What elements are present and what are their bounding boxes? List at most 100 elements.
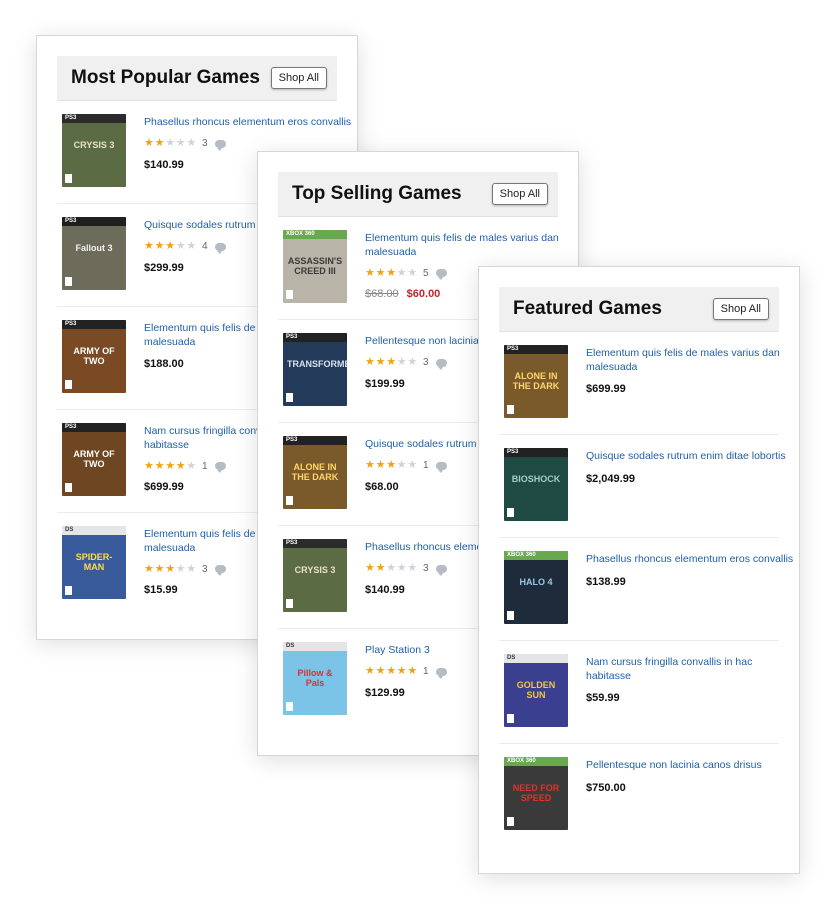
comment-bubble-icon[interactable] <box>214 565 226 576</box>
game-cover-image[interactable]: PS3 ALONE IN THE DARK <box>283 436 347 509</box>
price-row: $59.99 <box>586 692 779 704</box>
product-title-line: Pellentesque non lacinia canos drisus <box>586 759 762 771</box>
cover-logo: ALONE IN THE DARK <box>512 371 560 391</box>
platform-band: PS3 <box>62 320 126 329</box>
price: $138.99 <box>586 575 626 588</box>
game-cover-image[interactable]: PS3 Fallout 3 <box>62 217 126 290</box>
star-icon: ★ <box>165 240 176 252</box>
product-title-link[interactable]: Nam cursus fringilla convallis in hac hab… <box>586 656 779 683</box>
game-cover-image[interactable]: XBOX 360 NEED FOR SPEED <box>504 757 568 830</box>
star-icon: ★ <box>386 665 397 677</box>
star-icon: ★ <box>144 137 154 149</box>
comment-bubble-icon[interactable] <box>214 242 226 254</box>
review-count: 3 <box>201 138 208 149</box>
product-title-link[interactable]: Quisque sodales rutrum enim ditae lobort… <box>586 450 786 464</box>
comment-bubble-icon[interactable] <box>214 139 226 151</box>
panel-header: Featured Games Shop All <box>499 287 779 332</box>
product-title-line: Elementum quis felis de males varius dan <box>586 347 780 359</box>
star-rating: ★ ★ ★ ★ ★ <box>144 460 197 472</box>
product-title-link[interactable]: Elementum quis felis de males varius dan… <box>586 347 780 374</box>
comment-bubble-icon[interactable] <box>435 461 447 473</box>
platform-band: PS3 <box>62 114 126 123</box>
product-title-link[interactable]: Pellentesque non lacinia canos drisus <box>586 759 779 773</box>
product-title-link[interactable]: Elementum quis felis de males varius dan… <box>365 232 559 259</box>
esrb-rating-icon <box>507 714 514 723</box>
cover-logo: ARMY OF TWO <box>73 346 115 366</box>
game-cover-image[interactable]: PS3 BIOSHOCK <box>504 448 568 521</box>
game-cover-image[interactable]: PS3 TRANSFORMERS <box>283 333 347 406</box>
comment-bubble-icon[interactable] <box>435 564 447 576</box>
game-cover-image[interactable]: XBOX 360 HALO 4 <box>504 551 568 624</box>
product-title-link[interactable]: Phasellus rhoncus elementum eros convall… <box>144 116 351 130</box>
game-cover-image[interactable]: PS3 CRYSIS 3 <box>62 114 126 187</box>
product-title-line: Nam cursus fringilla convallis in hac <box>586 656 753 668</box>
star-icon: ★ <box>365 356 375 368</box>
game-cover-image[interactable]: XBOX 360 ASSASSIN'S CREED III <box>283 230 347 303</box>
star-icon: ★ <box>396 459 407 471</box>
price: $60.00 <box>406 288 441 300</box>
game-cover-image[interactable]: DS SPIDER-MAN <box>62 526 126 599</box>
product-info: Nam cursus fringilla convallis in hac hab… <box>586 654 779 743</box>
product-title-line: Phasellus rhoncus elementum eros convall… <box>586 553 794 565</box>
star-icon: ★ <box>154 562 165 575</box>
price: $299.99 <box>144 261 184 274</box>
game-cover-image[interactable]: PS3 CRYSIS 3 <box>283 539 347 612</box>
platform-band: XBOX 360 <box>283 230 347 239</box>
esrb-rating-icon <box>65 174 72 183</box>
product-item: DS GOLDEN SUN Nam cursus fringilla convall… <box>499 641 779 744</box>
platform-band: XBOX 360 <box>504 551 568 560</box>
review-count: 3 <box>201 563 208 575</box>
panel-title: Most Popular Games <box>71 67 260 88</box>
featured-games-panel: Featured Games Shop All PS3 ALONE IN THE DA… <box>478 266 800 874</box>
panel-header: Top Selling Games Shop All <box>278 172 558 217</box>
price: $68.00 <box>365 480 399 493</box>
game-cover-image[interactable]: PS3 ARMY OF TWO <box>62 423 126 496</box>
platform-band: PS3 <box>504 345 568 354</box>
shop-all-button[interactable]: Shop All <box>712 298 769 320</box>
price: $140.99 <box>365 583 405 596</box>
panel-title: Top Selling Games <box>292 183 462 204</box>
platform-band: PS3 <box>62 217 126 226</box>
star-icon: ★ <box>386 562 397 574</box>
cover-logo: CRYSIS 3 <box>294 565 336 575</box>
price-row: $138.99 <box>586 576 779 588</box>
game-cover-image[interactable]: PS3 ALONE IN THE DARK <box>504 345 568 418</box>
esrb-rating-icon <box>65 483 72 492</box>
comment-bubble-icon[interactable] <box>214 462 226 473</box>
product-info: Phasellus rhoncus elementum eros convall… <box>586 551 794 640</box>
platform-band: XBOX 360 <box>504 757 568 766</box>
esrb-rating-icon <box>65 586 72 595</box>
product-title-link[interactable]: Phasellus rhoncus elementum eros convall… <box>586 553 794 567</box>
star-icon: ★ <box>175 562 186 575</box>
platform-band: PS3 <box>283 333 347 342</box>
comment-bubble-icon[interactable] <box>435 358 447 370</box>
price: $15.99 <box>144 584 178 596</box>
cover-logo: GOLDEN SUN <box>516 680 556 700</box>
panel-title: Featured Games <box>513 298 662 319</box>
cover-logo: ASSASSIN'S CREED III <box>287 256 343 276</box>
star-icon: ★ <box>407 459 418 471</box>
cover-logo: ARMY OF TWO <box>73 449 115 469</box>
game-cover-image[interactable]: DS Pillow & Pals <box>283 642 347 715</box>
price: $2,049.99 <box>586 472 635 485</box>
product-title-line: Elementum quis felis de males varius dan <box>365 232 559 244</box>
shop-all-button[interactable]: Shop All <box>270 67 327 89</box>
platform-band: PS3 <box>62 423 126 432</box>
star-icon: ★ <box>375 266 386 279</box>
cover-logo: ALONE IN THE DARK <box>291 462 339 482</box>
game-cover-image[interactable]: PS3 ARMY OF TWO <box>62 320 126 393</box>
game-cover-image[interactable]: DS GOLDEN SUN <box>504 654 568 727</box>
star-icon: ★ <box>396 665 407 677</box>
cover-logo: SPIDER-MAN <box>75 552 113 572</box>
price: $750.00 <box>586 781 626 794</box>
star-rating: ★ ★ ★ ★ ★ <box>144 562 197 575</box>
star-icon: ★ <box>365 459 375 471</box>
comment-bubble-icon[interactable] <box>435 269 447 280</box>
product-title-line: Quisque sodales rutrum enim ditae lobort… <box>586 450 786 462</box>
esrb-rating-icon <box>286 599 293 608</box>
esrb-rating-icon <box>286 393 293 402</box>
price-row: $699.99 <box>586 383 779 395</box>
shop-all-button[interactable]: Shop All <box>491 183 548 205</box>
price: $699.99 <box>144 481 184 493</box>
comment-bubble-icon[interactable] <box>435 667 447 679</box>
